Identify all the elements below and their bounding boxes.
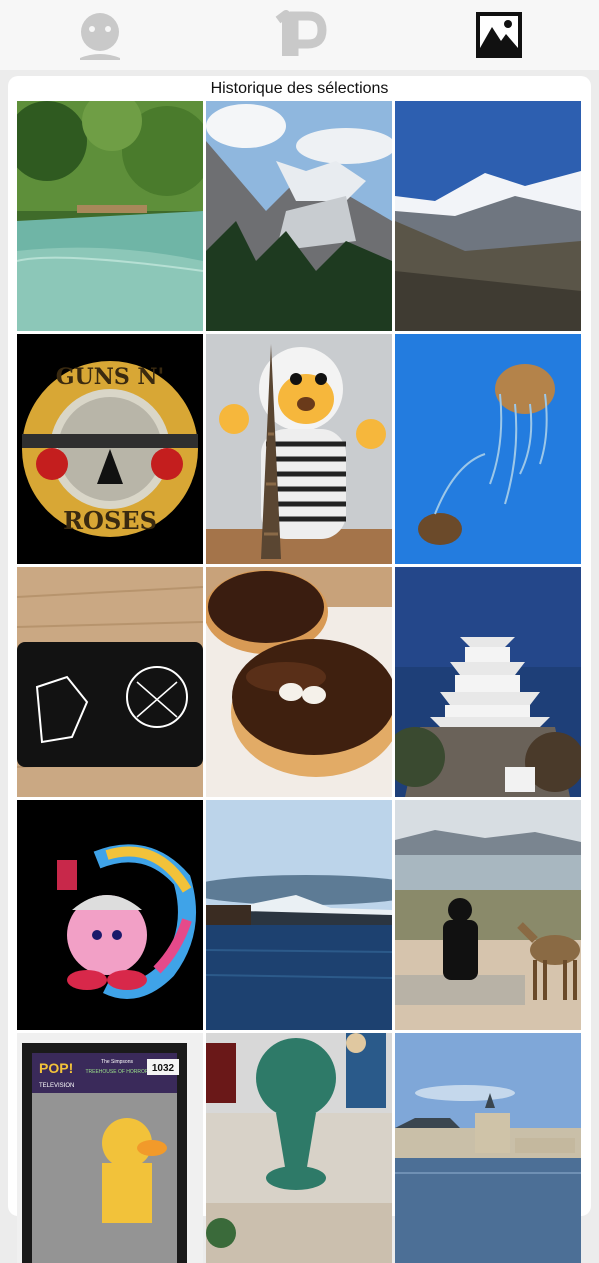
deer-seaside-photo	[395, 800, 581, 1030]
pop-logo-text: POP!	[39, 1060, 73, 1076]
1p-logo-icon	[275, 10, 327, 56]
photo-tile[interactable]	[206, 101, 392, 331]
photo-tile[interactable]	[206, 567, 392, 797]
chateau-photo	[395, 1033, 581, 1263]
console-photo	[17, 567, 203, 797]
photo-tile[interactable]	[17, 800, 203, 1030]
profile-icon	[80, 13, 120, 60]
river-photo	[17, 101, 203, 331]
photo-tile[interactable]	[206, 334, 392, 564]
figurines-photo	[206, 1033, 392, 1263]
plush-monkey-photo	[206, 334, 392, 564]
photo-tile[interactable]	[395, 101, 581, 331]
donuts-photo	[206, 567, 392, 797]
pop-category-text: TELEVISION	[39, 1083, 74, 1089]
photo-tile[interactable]	[206, 1033, 392, 1263]
photo-tile[interactable]	[206, 800, 392, 1030]
jellyfish-photo	[395, 334, 581, 564]
glacier-valley-photo	[206, 101, 392, 331]
history-title: Historique des sélections	[210, 80, 389, 97]
photo-grid: GUNS N' ROSES POP! TELEVISION The Simpso…	[17, 101, 581, 1263]
profile-tab[interactable]	[70, 8, 130, 62]
photo-tile[interactable]	[395, 800, 581, 1030]
photo-tile[interactable]: GUNS N' ROSES	[17, 334, 203, 564]
photo-tile[interactable]	[395, 1033, 581, 1263]
photo-tile[interactable]: POP! TELEVISION The Simpsons TREEHOUSE O…	[17, 1033, 203, 1263]
photo-tile[interactable]	[395, 334, 581, 564]
gallery-icon	[476, 12, 522, 58]
band-logo-bottom-text: ROSES	[63, 506, 157, 535]
castle-photo	[395, 567, 581, 797]
lake-mountain-photo	[206, 800, 392, 1030]
gallery-tab[interactable]	[469, 8, 529, 62]
pink-character-photo	[17, 800, 203, 1030]
box-show-title-text: The Simpsons	[101, 1059, 133, 1065]
band-logo-photo: GUNS N' ROSES	[17, 334, 203, 564]
figure-number-text: 1032	[152, 1063, 175, 1074]
photo-tile[interactable]	[395, 567, 581, 797]
band-logo-top-text: GUNS N'	[56, 364, 164, 390]
top-navigation-bar	[0, 0, 599, 70]
photo-tile[interactable]	[17, 567, 203, 797]
box-subtitle-text: TREEHOUSE OF HORROR	[85, 1069, 148, 1075]
one-p-tab[interactable]	[270, 8, 330, 62]
snowy-peak-photo	[395, 101, 581, 331]
vinyl-figure-photo: POP! TELEVISION The Simpsons TREEHOUSE O…	[17, 1033, 203, 1263]
photo-tile[interactable]	[17, 101, 203, 331]
